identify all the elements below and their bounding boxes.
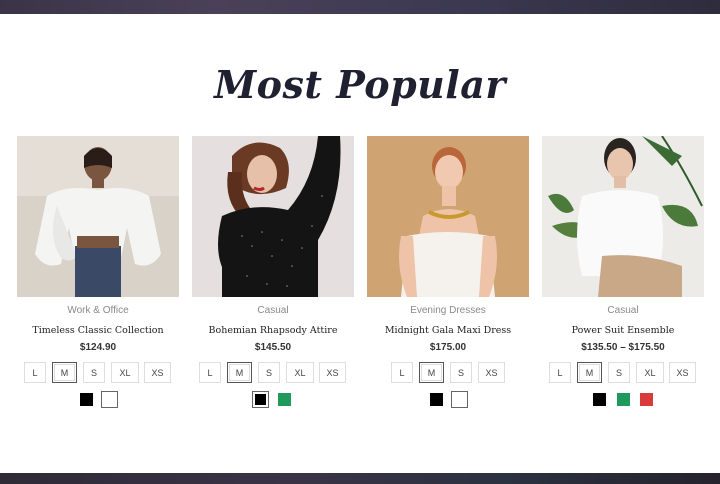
product-grid: Work & Office Timeless Classic Collectio… <box>0 0 720 484</box>
size-option-s[interactable]: S <box>83 362 105 383</box>
color-options <box>17 391 179 411</box>
product-name[interactable]: Timeless Classic Collection <box>17 325 179 336</box>
product-category: Casual <box>257 305 289 316</box>
size-options: L M S XL XS <box>17 362 179 384</box>
color-swatch-black[interactable] <box>252 391 269 408</box>
color-swatch-white[interactable] <box>101 391 118 408</box>
size-options: L M S XL XS <box>192 362 354 384</box>
size-option-l[interactable]: L <box>24 362 46 383</box>
size-option-xs[interactable]: XS <box>319 362 346 383</box>
color-swatch-black[interactable] <box>80 393 93 406</box>
product-category: Evening Dresses <box>410 305 486 316</box>
size-option-m[interactable]: M <box>419 362 444 383</box>
product-image[interactable] <box>192 136 354 297</box>
size-option-s[interactable]: S <box>450 362 472 383</box>
size-option-xl[interactable]: XL <box>286 362 314 383</box>
size-option-s[interactable]: S <box>258 362 280 383</box>
product-category: Casual <box>607 305 639 316</box>
product-image[interactable] <box>367 136 529 297</box>
color-swatch-green[interactable] <box>278 393 291 406</box>
product-name[interactable]: Power Suit Ensemble <box>542 325 704 336</box>
color-swatch-black[interactable] <box>430 393 443 406</box>
size-options: L M S XL XS <box>542 362 704 384</box>
size-option-xs[interactable]: XS <box>478 362 505 383</box>
size-option-m[interactable]: M <box>577 362 602 383</box>
product-price: $175.00 <box>429 342 467 353</box>
product-card[interactable]: Casual Power Suit Ensemble $135.50 – $17… <box>542 136 704 353</box>
product-price: $145.50 <box>254 342 292 353</box>
color-options <box>542 393 704 411</box>
product-price: $124.90 <box>79 342 117 353</box>
product-card[interactable]: Work & Office Timeless Classic Collectio… <box>17 136 179 353</box>
product-image[interactable] <box>542 136 704 297</box>
size-option-l[interactable]: L <box>549 362 571 383</box>
size-option-m[interactable]: M <box>227 362 252 383</box>
color-swatch-white[interactable] <box>451 391 468 408</box>
product-image[interactable] <box>17 136 179 297</box>
product-card[interactable]: Evening Dresses Midnight Gala Maxi Dress… <box>367 136 529 353</box>
color-swatch-red[interactable] <box>640 393 653 406</box>
size-options: L M S XS <box>367 362 529 384</box>
product-name[interactable]: Bohemian Rhapsody Attire <box>192 325 354 336</box>
color-options <box>192 391 354 411</box>
size-option-xl[interactable]: XL <box>111 362 139 383</box>
size-option-xs[interactable]: XS <box>144 362 171 383</box>
size-option-l[interactable]: L <box>391 362 413 383</box>
size-option-s[interactable]: S <box>608 362 630 383</box>
product-card[interactable]: Casual Bohemian Rhapsody Attire $145.50 <box>192 136 354 353</box>
size-option-xs[interactable]: XS <box>669 362 696 383</box>
product-name[interactable]: Midnight Gala Maxi Dress <box>367 325 529 336</box>
size-option-l[interactable]: L <box>199 362 221 383</box>
product-price: $135.50 – $175.50 <box>581 342 665 353</box>
color-swatch-black[interactable] <box>593 393 606 406</box>
footer-image-strip <box>0 473 720 484</box>
size-option-xl[interactable]: XL <box>636 362 664 383</box>
color-options <box>367 391 529 411</box>
size-option-m[interactable]: M <box>52 362 77 383</box>
color-swatch-green[interactable] <box>617 393 630 406</box>
product-category: Work & Office <box>67 305 129 316</box>
